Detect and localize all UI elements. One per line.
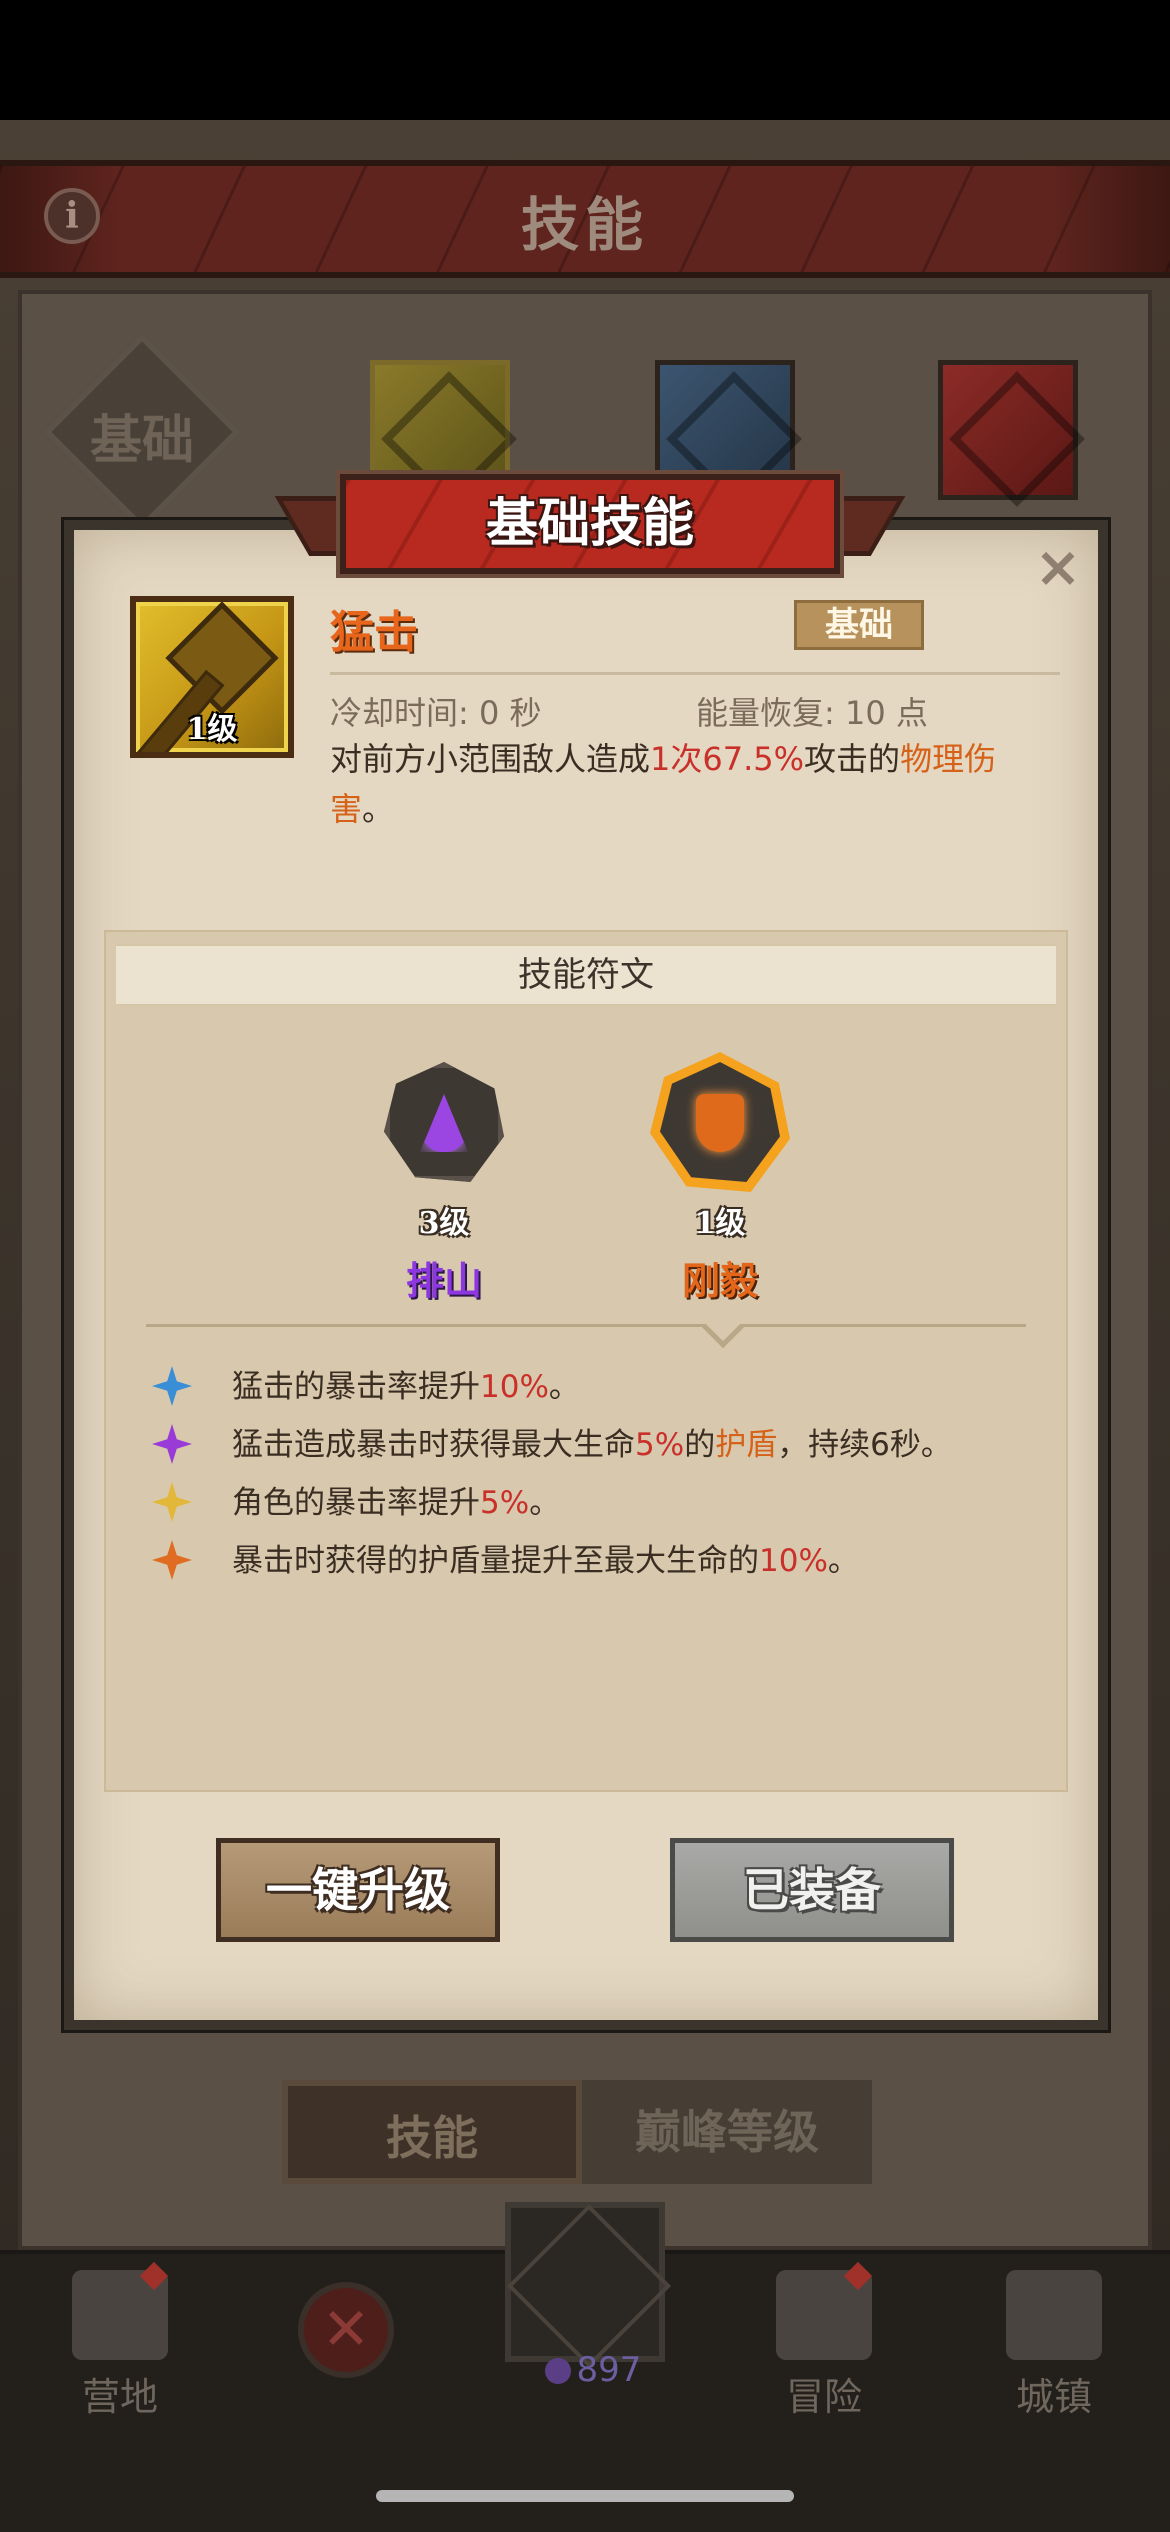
skill-cooldown: 冷却时间: 0 秒 [330, 694, 542, 732]
effect-part: 暴击时获得的护盾量提升至最大生命的 [232, 1543, 759, 1579]
currency: 897 [528, 2350, 658, 2390]
desc-text: 。 [362, 790, 395, 828]
effect-part: 猛击的暴击率提升 [232, 1369, 480, 1405]
currency-value: 897 [576, 2350, 642, 2390]
game-screen: 技能 i 基础 技能 巅峰等级 营地 ✕ 897 冒险 城镇 基础技能 × 1级… [0, 0, 1170, 2532]
effect-part: 。 [827, 1543, 859, 1579]
divider [330, 672, 1060, 675]
rune-level: 1级 [694, 1206, 746, 1241]
skill-level: 1级 [186, 712, 238, 747]
effect-value: 10% [759, 1543, 828, 1579]
effect-keyword: 护盾 [715, 1427, 778, 1463]
nav-town[interactable]: 城镇 [964, 2270, 1144, 2421]
effect-part: 。 [548, 1369, 580, 1405]
home-indicator[interactable] [376, 2490, 794, 2502]
desc-text: 攻击的 [804, 740, 901, 778]
rune-divider [146, 1324, 1026, 1327]
category-tab-label: 基础 [89, 410, 194, 471]
modal-title: 基础技能 [485, 493, 694, 554]
rune-name: 排山 [405, 1258, 482, 1303]
effect-text: 暴击时获得的护盾量提升至最大生命的10%。 [232, 1538, 859, 1584]
effect-part: 。 [529, 1485, 561, 1521]
effect-part: 角色的暴击率提升 [232, 1485, 480, 1521]
nav-adventure-label: 冒险 [785, 2375, 862, 2419]
rune-section [104, 930, 1068, 1792]
effect-value: 5% [480, 1485, 530, 1521]
skill-card-red[interactable] [938, 360, 1078, 500]
gem-icon [544, 2358, 571, 2384]
rune-gangyi[interactable] [650, 1052, 790, 1192]
effect-text: 猛击造成暴击时获得最大生命5%的护盾，持续6秒。 [232, 1422, 952, 1468]
effect-text: 猛击的暴击率提升10%。 [232, 1364, 580, 1410]
nav-town-label: 城镇 [1015, 2375, 1092, 2419]
shield-flame-icon [696, 1094, 744, 1152]
upgrade-all-button[interactable]: 一键升级 [216, 1838, 500, 1942]
map-icon [776, 2261, 873, 2360]
equipped-button[interactable]: 已装备 [670, 1838, 954, 1942]
rune-level: 3级 [418, 1206, 470, 1241]
screen-title: 技能 [520, 191, 649, 259]
skill-energy: 能量恢复: 10 点 [696, 694, 928, 732]
effect-part: 的 [684, 1427, 716, 1463]
nav-camp[interactable]: 营地 [30, 2261, 210, 2421]
tent-icon [72, 2261, 169, 2360]
skill-type-badge: 基础 [794, 600, 924, 650]
effect-text: 角色的暴击率提升5%。 [232, 1480, 560, 1526]
desc-hit-count: 1次 [650, 740, 703, 778]
nav-camp-label: 营地 [81, 2375, 158, 2419]
skill-name: 猛击 [330, 607, 418, 658]
effect-value: 10% [480, 1369, 549, 1405]
tab-peak-level[interactable]: 巅峰等级 [582, 2080, 872, 2184]
rune-section-header: 技能符文 [116, 944, 1056, 1006]
rune-paishan[interactable] [374, 1052, 514, 1192]
skill-description: 对前方小范围敌人造成1次67.5%攻击的物理伤害。 [330, 734, 1060, 834]
desc-text: 对前方小范围敌人造成 [330, 740, 651, 778]
effect-part: ，持续6秒。 [777, 1427, 952, 1463]
modal-close-icon[interactable]: × [1030, 540, 1086, 596]
tab-skills[interactable]: 技能 [282, 2080, 582, 2184]
skull-slot-icon[interactable] [505, 2202, 665, 2362]
nav-adventure[interactable]: 冒险 [734, 2261, 914, 2421]
desc-percent: 67.5% [702, 740, 805, 778]
rune-name: 刚毅 [681, 1258, 758, 1303]
info-icon[interactable]: i [44, 188, 100, 244]
bottom-tabs: 技能 巅峰等级 [282, 2080, 872, 2184]
close-icon[interactable]: ✕ [298, 2282, 394, 2378]
effect-value: 5% [635, 1427, 685, 1463]
effect-part: 猛击造成暴击时获得最大生命 [232, 1427, 635, 1463]
modal-title-banner: 基础技能 [274, 474, 906, 574]
castle-icon [1006, 2270, 1102, 2360]
